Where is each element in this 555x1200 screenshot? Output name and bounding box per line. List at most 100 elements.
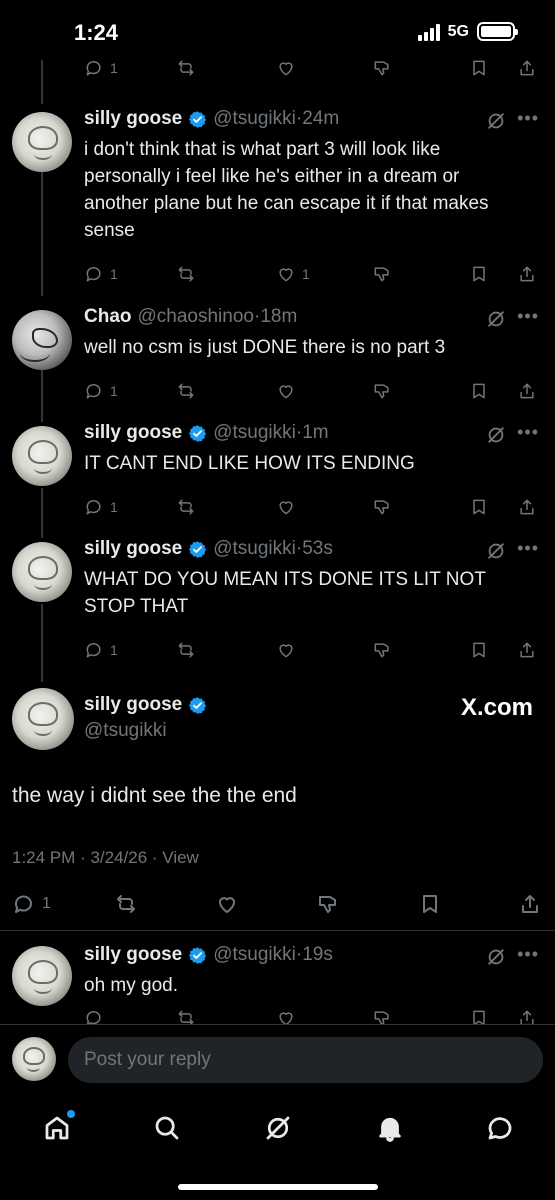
repost-icon bbox=[178, 266, 194, 282]
status-indicators: 5G bbox=[417, 22, 518, 41]
more-options-icon[interactable]: ••• bbox=[517, 108, 539, 129]
reply-button[interactable]: 1 bbox=[84, 379, 118, 403]
heart-icon bbox=[279, 644, 293, 658]
dislike-button[interactable] bbox=[372, 56, 392, 80]
like-button[interactable]: 1 bbox=[276, 262, 310, 286]
grok-icon[interactable] bbox=[485, 308, 507, 330]
like-button[interactable] bbox=[276, 495, 302, 519]
dislike-button[interactable] bbox=[372, 638, 392, 662]
more-options-icon[interactable]: ••• bbox=[517, 944, 539, 965]
share-button[interactable] bbox=[517, 638, 537, 662]
nav-grok[interactable] bbox=[258, 1108, 298, 1148]
bookmark-button[interactable] bbox=[469, 262, 489, 286]
share-icon bbox=[522, 895, 538, 913]
author-name[interactable]: silly goose bbox=[84, 538, 182, 560]
author-handle[interactable]: @chaoshinoo bbox=[138, 306, 254, 328]
share-button[interactable] bbox=[518, 890, 542, 918]
repost-button[interactable] bbox=[176, 638, 196, 662]
reply-button[interactable]: 1 bbox=[84, 495, 118, 519]
reply-icon bbox=[86, 643, 101, 658]
nav-notifications[interactable] bbox=[370, 1108, 410, 1148]
like-button[interactable] bbox=[215, 890, 239, 918]
author-name[interactable]: silly goose bbox=[84, 108, 182, 130]
more-options-icon[interactable]: ••• bbox=[517, 538, 539, 559]
tweet-date: 3/24/26 bbox=[90, 848, 148, 867]
avatar[interactable] bbox=[12, 112, 72, 172]
tweet-header: silly goose @tsugikki · 1m bbox=[84, 422, 329, 444]
thread-line bbox=[41, 164, 43, 296]
like-button[interactable] bbox=[276, 56, 296, 80]
bookmark-button[interactable] bbox=[469, 379, 489, 403]
bookmark-button[interactable] bbox=[418, 890, 442, 918]
tweet-time: 53s bbox=[302, 538, 333, 559]
repost-button[interactable] bbox=[176, 379, 196, 403]
avatar[interactable] bbox=[12, 310, 72, 370]
bookmark-icon bbox=[473, 642, 485, 658]
author-handle[interactable]: @tsugikki bbox=[213, 538, 296, 560]
thread-line bbox=[41, 604, 43, 682]
avatar[interactable] bbox=[12, 946, 72, 1006]
bookmark-button[interactable] bbox=[469, 495, 489, 519]
reply-icon bbox=[86, 500, 101, 515]
nav-search[interactable] bbox=[147, 1108, 187, 1148]
author-handle[interactable]: @tsugikki bbox=[213, 422, 296, 444]
reply-count: 1 bbox=[110, 642, 118, 658]
dislike-icon bbox=[374, 267, 389, 282]
like-button[interactable] bbox=[276, 638, 302, 662]
grok-icon[interactable] bbox=[485, 946, 507, 968]
dislike-button[interactable] bbox=[372, 262, 392, 286]
repost-button[interactable] bbox=[114, 890, 138, 918]
author-handle[interactable]: @tsugikki bbox=[213, 944, 296, 966]
bookmark-icon bbox=[423, 895, 437, 913]
reply-button[interactable]: 1 bbox=[12, 890, 51, 918]
battery-icon bbox=[477, 22, 518, 41]
view-link[interactable]: View bbox=[162, 848, 199, 867]
avatar[interactable] bbox=[12, 1037, 56, 1081]
share-button[interactable] bbox=[517, 262, 537, 286]
dislike-button[interactable] bbox=[316, 890, 340, 918]
more-options-icon[interactable]: ••• bbox=[517, 422, 539, 443]
share-button[interactable] bbox=[517, 56, 537, 80]
reply-count: 1 bbox=[110, 266, 118, 282]
author-name[interactable]: silly goose bbox=[84, 944, 182, 966]
repost-button[interactable] bbox=[176, 262, 196, 286]
like-button[interactable] bbox=[276, 379, 302, 403]
author-handle[interactable]: @tsugikki bbox=[84, 720, 167, 742]
verified-badge-icon bbox=[189, 540, 207, 558]
nav-home[interactable] bbox=[37, 1108, 77, 1148]
share-button[interactable] bbox=[517, 379, 537, 403]
avatar[interactable] bbox=[12, 542, 72, 602]
bookmark-button[interactable] bbox=[469, 638, 489, 662]
avatar[interactable] bbox=[12, 688, 74, 750]
author-name[interactable]: Chao bbox=[84, 306, 132, 328]
more-options-icon[interactable]: ••• bbox=[517, 306, 539, 327]
tweet-actions: 1 bbox=[84, 495, 539, 519]
author-name[interactable]: silly goose bbox=[84, 422, 182, 444]
main-tweet-author[interactable]: silly goose bbox=[84, 694, 213, 716]
repost-button[interactable] bbox=[176, 56, 196, 80]
avatar[interactable] bbox=[12, 426, 72, 486]
author-name[interactable]: silly goose bbox=[84, 694, 182, 716]
reply-button[interactable]: 1 bbox=[84, 262, 118, 286]
reply-button[interactable]: 1 bbox=[84, 638, 118, 662]
home-icon bbox=[45, 1116, 69, 1140]
nav-messages[interactable] bbox=[480, 1108, 520, 1148]
author-handle[interactable]: @tsugikki bbox=[213, 108, 296, 130]
main-tweet-meta: 1:24 PM · 3/24/26 · View bbox=[12, 848, 199, 867]
reply-count: 1 bbox=[110, 499, 118, 515]
reply-button[interactable]: 1 bbox=[84, 56, 118, 80]
grok-icon[interactable] bbox=[485, 424, 507, 446]
status-time: 1:24 bbox=[74, 20, 119, 45]
grok-icon[interactable] bbox=[485, 110, 507, 132]
dislike-button[interactable] bbox=[372, 379, 392, 403]
reply-input[interactable] bbox=[68, 1037, 543, 1083]
grok-icon[interactable] bbox=[485, 540, 507, 562]
share-button[interactable] bbox=[517, 495, 537, 519]
signal-icon bbox=[417, 23, 440, 41]
bookmark-icon bbox=[473, 60, 485, 76]
tweet-actions: 1 bbox=[84, 379, 539, 403]
dislike-button[interactable] bbox=[372, 495, 392, 519]
bookmark-button[interactable] bbox=[469, 56, 489, 80]
repost-button[interactable] bbox=[176, 495, 196, 519]
heart-icon bbox=[279, 385, 293, 399]
